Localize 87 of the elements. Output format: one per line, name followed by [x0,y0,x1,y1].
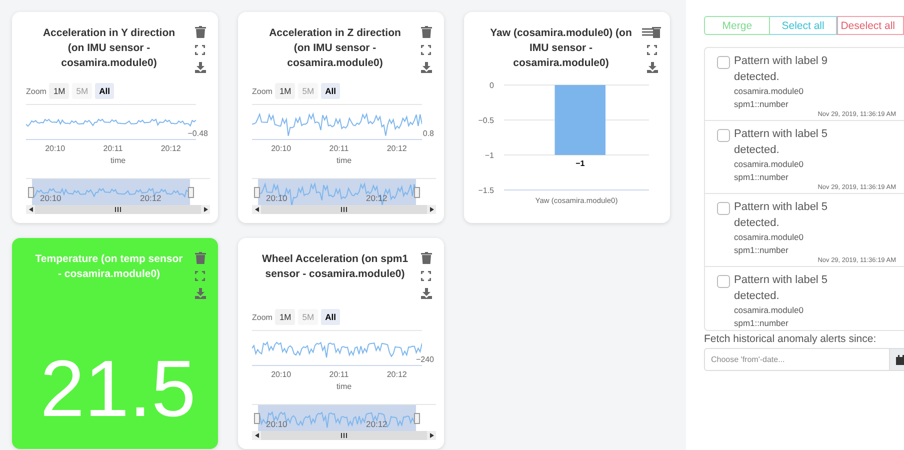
right-arrow-icon[interactable] [204,207,208,212]
fullscreen-icon[interactable] [195,271,205,281]
navigator-tick-label: 20:12 [366,419,388,429]
axis-tick-label: 20:11 [329,370,349,379]
calendar-icon [896,354,904,364]
download-icon[interactable] [194,62,206,73]
alert-title: Pattern with label 9 detected. [734,54,829,85]
menu-trash-icon[interactable] [642,26,662,38]
fullscreen-icon[interactable] [421,271,431,281]
trash-icon[interactable] [420,26,432,38]
trash-icon[interactable] [194,26,206,38]
right-arrow-icon[interactable] [430,207,434,212]
alert-metric: spm1::number [734,170,790,183]
zoom-button[interactable]: All [321,309,340,325]
navigator-tick-label: 20:12 [140,193,162,203]
zoom-button[interactable]: 1M [275,83,296,99]
zoom-button[interactable]: 1M [275,309,296,325]
chart-title: Temperature (on temp sensor - cosamira.module0) [34,252,184,282]
value-label: 0.8 [422,129,434,138]
temperature-value: 21.5 [39,349,197,429]
alert-module: cosamira.module0 [734,231,804,244]
fetch-label: Fetch historical anomaly alerts since: [704,333,878,345]
alert-metric: spm1::number [734,316,790,329]
axis-title: time [336,382,352,391]
scrollbar[interactable] [26,205,210,214]
alert-module: cosamira.module0 [734,158,804,170]
trash-icon[interactable] [194,252,206,264]
data-label: −1 [576,159,585,168]
chart-title: Yaw (cosamira.module0) (on IMU sensor - cosamira.module0) [489,26,633,71]
axis-title: time [336,156,352,165]
axis-title: time [110,156,126,165]
deselect-button[interactable]: Deselect all [836,16,904,35]
chart-title: Acceleration in Z direction (on IMU sensor - cosamira.module0) [268,26,402,71]
alert-title: Pattern with label 5 detected. [734,273,829,304]
axis-tick-label: 20:10 [271,144,292,153]
zoom-label: Zoom [252,86,272,96]
zoom-label: Zoom [26,86,46,96]
alert-metric: spm1::number [734,244,790,256]
checkbox[interactable] [717,275,730,288]
chart-title: Wheel Acceleration (on spm1 sensor - cosamira.module0) [260,252,410,282]
checkbox[interactable] [717,129,730,142]
axis-tick-label: −1.5 [478,186,494,195]
axis-tick-label: 20:12 [160,144,181,153]
axis-tick-label: 20:11 [103,144,123,153]
navigator-tick-label: 20:10 [40,193,62,203]
checkbox[interactable] [717,202,730,215]
right-arrow-icon[interactable] [430,433,434,438]
alert-metric: spm1::number [734,98,790,110]
left-arrow-icon[interactable] [254,207,258,212]
left-arrow-icon[interactable] [254,433,258,438]
download-icon[interactable] [420,62,432,73]
axis-tick-label: −1 [484,151,494,160]
download-icon[interactable] [646,62,658,73]
download-icon[interactable] [194,288,206,299]
axis-tick-label: 20:12 [386,144,407,153]
zoom-button[interactable]: 1M [49,83,70,99]
checkbox[interactable] [717,56,730,69]
alert-module: cosamira.module0 [734,85,804,98]
axis-tick-label: 0 [490,81,494,90]
download-icon[interactable] [420,288,432,299]
scrollbar[interactable] [252,431,436,440]
date-field[interactable]: Choose 'from'-date... [704,348,890,371]
alert-module: cosamira.module0 [734,304,804,316]
fullscreen-icon[interactable] [421,45,431,55]
alert-title: Pattern with label 5 detected. [734,127,829,158]
axis-tick-label: 20:10 [271,370,292,379]
chart-title: Acceleration in Y direction (on IMU sensor - cosamira.module0) [42,26,176,71]
axis-tick-label: 20:10 [45,144,66,153]
fullscreen-icon[interactable] [647,45,657,55]
zoom-button[interactable]: All [321,83,340,99]
value-label: −240 [416,355,434,364]
zoom-button[interactable]: All [95,83,114,99]
grip-icon[interactable] [341,207,347,212]
value-label: −0.48 [188,129,208,138]
scrollbar[interactable] [252,205,436,214]
grip-icon[interactable] [115,207,121,212]
alert-title: Pattern with label 5 detected. [734,200,829,231]
zoom-label: Zoom [252,312,272,322]
navigator-tick-label: 20:10 [266,419,288,429]
fullscreen-icon[interactable] [195,45,205,55]
left-arrow-icon[interactable] [28,207,32,212]
axis-tick-label: −0.5 [478,116,494,125]
trash-icon[interactable] [420,252,432,264]
grip-icon[interactable] [341,433,347,438]
navigator-tick-label: 20:10 [266,193,288,203]
axis-tick-label: 20:12 [386,370,407,379]
axis-tick-label: 20:11 [329,144,349,153]
